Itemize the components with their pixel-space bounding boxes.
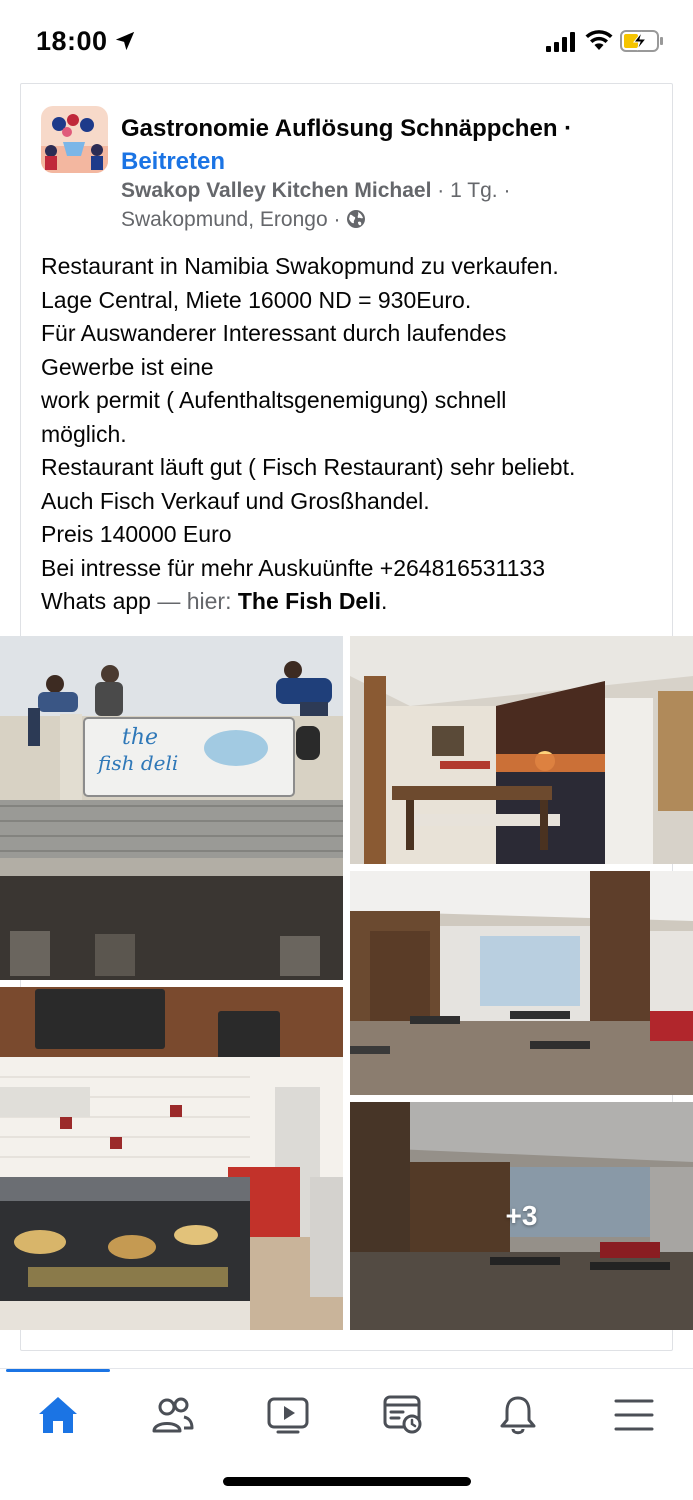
post-text-line: Restaurant in Namibia Swakopmund zu verk… [41, 253, 559, 279]
checkin-prefix: — hier: [150, 588, 238, 614]
author-name[interactable]: Swakop Valley Kitchen Michael [121, 179, 431, 202]
meta-separator: · [327, 208, 347, 231]
photo-storefront[interactable]: the fish deli [0, 636, 343, 980]
post-text-line: möglich. [41, 420, 127, 447]
active-tab-indicator [6, 1369, 110, 1372]
group-title: Gastronomie Auflösung Schnäppchen · Beit… [121, 112, 661, 178]
checkin-suffix: . [381, 588, 388, 614]
wifi-icon [585, 30, 613, 50]
battery-charging-icon [620, 30, 663, 52]
nav-friends[interactable] [143, 1391, 203, 1439]
post-text-last-line: Whats app — hier: The Fish Deli. [41, 585, 661, 619]
sign-text-bottom: fish deli [96, 751, 178, 775]
join-group-button[interactable]: Beitreten [121, 148, 225, 175]
meta-separator: · [497, 179, 511, 202]
post-text-line: Lage Central, Miete 16000 ND = 930Euro. [41, 286, 472, 313]
nav-feeds[interactable] [373, 1391, 433, 1439]
home-icon [39, 1397, 77, 1433]
meta-separator: · [431, 179, 451, 202]
sign-text-top: the [122, 725, 158, 750]
status-bar: 18:00 [0, 0, 693, 82]
photo-counter[interactable] [0, 987, 343, 1330]
nav-video[interactable] [258, 1391, 318, 1439]
post-text-line: Bei intresse für mehr Auskuünfte +264816… [41, 554, 546, 581]
home-indicator [223, 1477, 471, 1486]
nav-menu[interactable] [604, 1391, 664, 1439]
friends-icon [152, 1397, 194, 1433]
post-text-line: Preis 140000 Euro [41, 521, 232, 547]
nav-home[interactable] [28, 1391, 88, 1439]
title-separator: · [557, 115, 573, 142]
feeds-icon [383, 1395, 422, 1434]
bell-icon [500, 1396, 536, 1435]
post-text: Restaurant in Namibia Swakopmund zu verk… [41, 250, 661, 619]
cellular-signal-icon [546, 32, 575, 52]
photo-dining-room[interactable] [350, 871, 693, 1095]
hamburger-menu-icon [614, 1399, 654, 1431]
post-text-line: Restaurant läuft gut ( Fisch Restaurant)… [41, 454, 576, 480]
status-time: 18:00 [36, 26, 108, 56]
whatsapp-text: Whats app [41, 588, 151, 614]
post-text-line: work permit ( Aufenthaltsgenemigung) sch… [41, 387, 507, 413]
more-photos-count: +3 [505, 1200, 538, 1231]
group-avatar[interactable] [41, 106, 108, 173]
location-arrow-icon [115, 31, 135, 51]
globe-icon [347, 210, 366, 228]
post-timestamp[interactable]: 1 Tg. [450, 179, 497, 202]
post-location[interactable]: Swakopmund, Erongo [121, 208, 328, 231]
video-icon [267, 1397, 309, 1434]
photo-interior-sunset[interactable] [350, 636, 693, 864]
post-text-line: Für Auswanderer Interessant durch laufen… [41, 320, 507, 346]
group-name-link[interactable]: Gastronomie Auflösung Schnäppchen [121, 115, 557, 142]
nav-notifications[interactable] [488, 1391, 548, 1439]
post-text-line: Gewerbe ist eine [41, 353, 214, 380]
place-link[interactable]: The Fish Deli [238, 588, 381, 614]
photo-more[interactable]: +3 [350, 1102, 693, 1330]
post-meta: Swakop Valley Kitchen Michael · 1 Tg. · … [121, 176, 661, 234]
post-text-line: Auch Fisch Verkauf und Grosßhandel. [41, 487, 430, 514]
